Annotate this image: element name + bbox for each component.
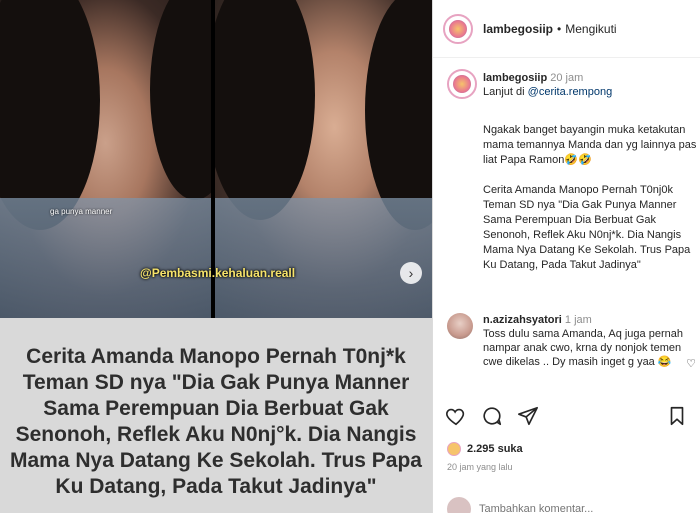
caption-avatar[interactable] xyxy=(447,69,477,99)
caption-paragraph-2: Cerita Amanda Manopo Pernah T0nj0k Teman… xyxy=(483,184,691,271)
share-icon[interactable] xyxy=(517,405,539,427)
text-card: Cerita Amanda Manopo Pernah T0nj*k Teman… xyxy=(0,318,432,513)
hair-shape xyxy=(215,0,315,220)
commenter-username[interactable]: n.azizahsyatori xyxy=(483,314,562,326)
caption-lead: Lanjut di xyxy=(483,86,525,98)
post-media[interactable]: ga punya manner @Pembasmi.kehaluan.reall… xyxy=(0,0,432,513)
save-icon[interactable] xyxy=(666,405,688,432)
watermark-text: @Pembasmi.kehaluan.reall xyxy=(140,266,296,280)
likes-text: 2.295 suka xyxy=(467,443,523,455)
comment-time: 1 jam xyxy=(564,314,592,326)
likes-count[interactable]: 2.295 suka xyxy=(447,442,523,456)
author-avatar[interactable] xyxy=(443,13,473,44)
next-slide-icon[interactable]: › xyxy=(400,262,422,284)
comment-text: Toss dulu sama Amanda, Aq juga pernah na… xyxy=(483,328,683,368)
follow-button[interactable]: Mengikuti xyxy=(565,22,616,36)
comment-icon[interactable] xyxy=(481,405,503,427)
comment-input[interactable] xyxy=(479,503,639,513)
hair-shape xyxy=(0,0,100,230)
hair-shape xyxy=(365,0,432,230)
text-card-content: Cerita Amanda Manopo Pernah T0nj*k Teman… xyxy=(10,345,422,498)
header-separator: • xyxy=(557,21,562,36)
hair-shape xyxy=(150,0,211,200)
author-username[interactable]: lambegosiip xyxy=(483,22,553,36)
caption-username[interactable]: lambegosiip xyxy=(483,72,547,84)
commenter-avatar[interactable] xyxy=(447,313,473,339)
jacket-shape xyxy=(215,198,432,318)
liker-avatar xyxy=(447,442,461,456)
post-actions xyxy=(445,405,539,427)
post-panel: lambegosiip • Mengikuti lambegosiip 20 j… xyxy=(432,0,700,513)
post-caption: lambegosiip 20 jam Lanjut di @cerita.rem… xyxy=(433,59,700,273)
jacket-shape xyxy=(0,198,211,318)
comment-item: n.azizahsyatori 1 jam Toss dulu sama Ama… xyxy=(433,313,700,371)
comment-like-icon[interactable]: ♡ xyxy=(686,357,696,371)
post-time: 20 jam yang lalu xyxy=(447,462,513,472)
video-subtitle: ga punya manner xyxy=(50,207,113,216)
post-header: lambegosiip • Mengikuti xyxy=(433,0,700,58)
add-comment-bar xyxy=(447,497,700,513)
like-icon[interactable] xyxy=(445,405,467,427)
mention-link[interactable]: @cerita.rempong xyxy=(528,86,613,98)
current-user-avatar xyxy=(447,497,471,513)
caption-time: 20 jam xyxy=(550,72,584,84)
caption-paragraph-1: Ngakak banget bayangin muka ketakutan ma… xyxy=(483,124,697,166)
